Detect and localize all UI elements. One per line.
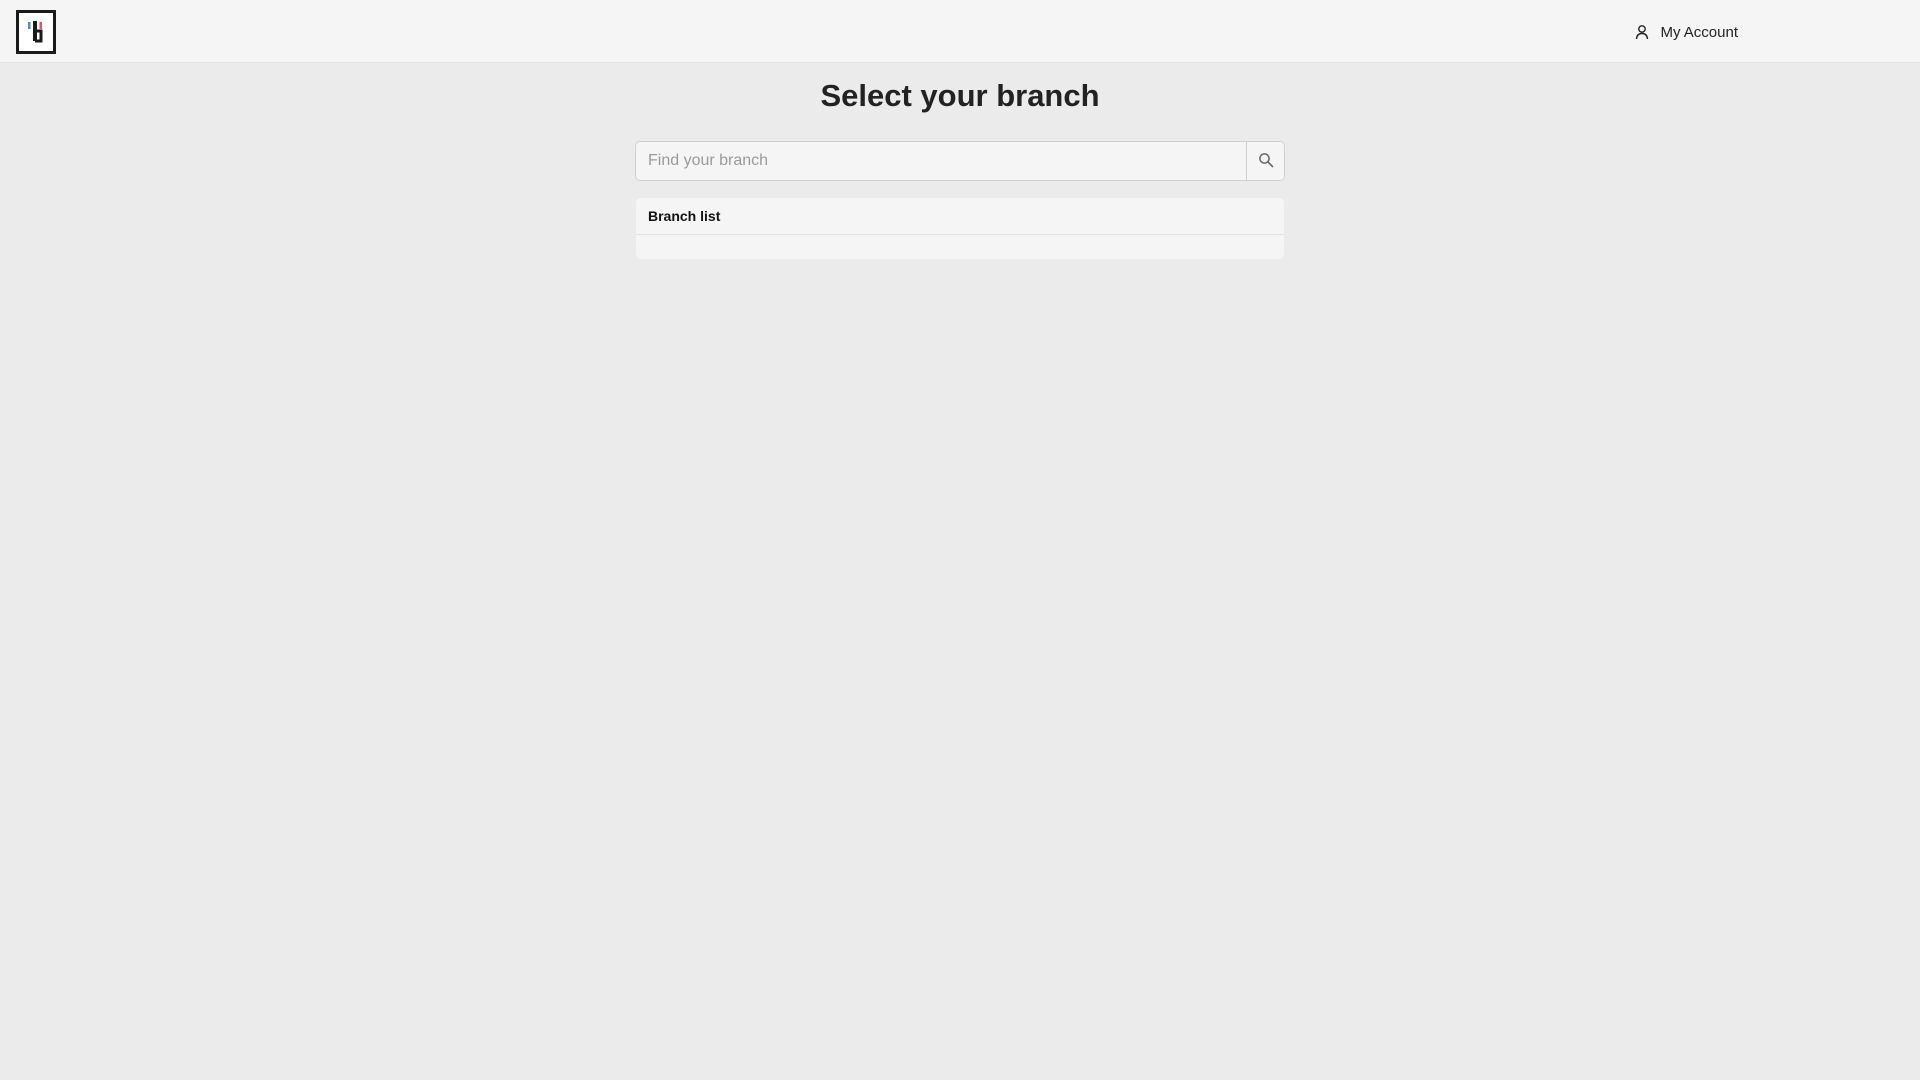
page-title: Select your branch bbox=[820, 78, 1100, 113]
branch-search bbox=[635, 141, 1285, 181]
my-account-label: My Account bbox=[1660, 23, 1738, 41]
branch-list-body bbox=[636, 235, 1284, 258]
user-icon bbox=[1634, 24, 1650, 40]
my-account-link[interactable]: My Account bbox=[1634, 20, 1738, 44]
search-button[interactable] bbox=[1246, 142, 1284, 180]
branch-list-heading: Branch list bbox=[636, 198, 1284, 235]
brand-logo[interactable] bbox=[16, 10, 56, 54]
branch-search-input[interactable] bbox=[636, 142, 1246, 180]
branch-list-panel: Branch list bbox=[636, 198, 1284, 259]
top-bar: My Account bbox=[0, 0, 1920, 63]
search-icon bbox=[1258, 152, 1274, 171]
logo-mark-icon bbox=[28, 21, 43, 43]
